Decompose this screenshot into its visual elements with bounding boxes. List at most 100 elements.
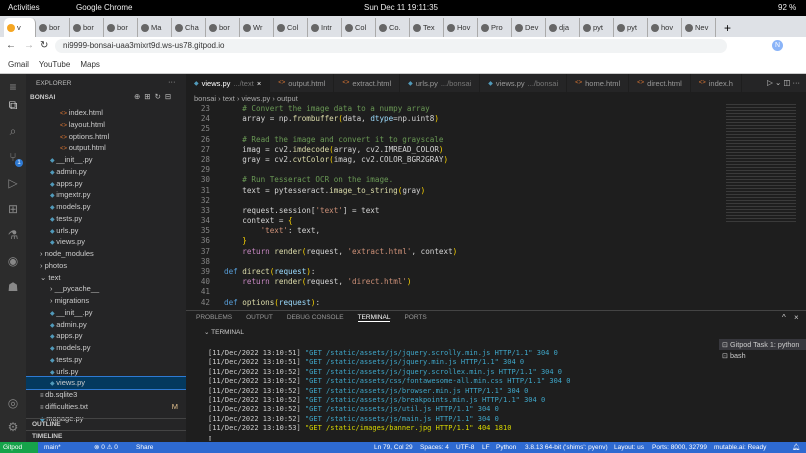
browser-tab[interactable]: hov: [648, 18, 682, 37]
github-icon[interactable]: ◉: [6, 254, 20, 268]
browser-tab[interactable]: Pro: [478, 18, 512, 37]
browser-tab[interactable]: bor: [70, 18, 104, 37]
file-tree-item[interactable]: ◆ apps.py: [26, 178, 186, 190]
file-tree-item[interactable]: › node_modules: [26, 248, 186, 260]
editor-tab[interactable]: <> direct.html: [629, 74, 691, 92]
file-tree-item[interactable]: › __pycache__: [26, 283, 186, 295]
maximize-panel-icon[interactable]: ^: [782, 313, 786, 322]
forward-icon[interactable]: →: [24, 40, 34, 51]
file-tree-item[interactable]: ◆ urls.py: [26, 366, 186, 378]
file-tree-item[interactable]: ◆ __init__.py: [26, 307, 186, 319]
terminal-instance[interactable]: ⊡ bash: [719, 350, 806, 361]
browser-tab[interactable]: Intr: [308, 18, 342, 37]
problems-status[interactable]: ⊗ 0 ⚠ 0: [94, 442, 118, 453]
browser-tab[interactable]: Nev: [682, 18, 716, 37]
menu-icon[interactable]: ≡: [6, 80, 20, 94]
browser-tab[interactable]: Tex: [410, 18, 444, 37]
back-icon[interactable]: ←: [6, 40, 16, 51]
panel-tab-debug-console[interactable]: DEBUG CONSOLE: [287, 314, 344, 322]
panel-tab-terminal[interactable]: TERMINAL: [357, 314, 391, 322]
notifications-icon[interactable]: 🔔︎: [792, 442, 800, 453]
share-status[interactable]: Share: [136, 442, 153, 453]
reload-icon[interactable]: ↻: [40, 40, 48, 51]
testing-icon[interactable]: ⚗: [6, 228, 20, 242]
file-tree-item[interactable]: ◆ admin.py: [26, 166, 186, 178]
terminal-section-header[interactable]: ⌄ TERMINAL: [204, 328, 244, 336]
editor-tab[interactable]: <> output.html: [270, 74, 335, 92]
gitpod-icon[interactable]: ☗: [6, 280, 20, 294]
clock[interactable]: Sun Dec 11 19:11:35: [364, 3, 438, 12]
browser-tab[interactable]: pyt: [580, 18, 614, 37]
close-tab-icon[interactable]: ×: [257, 79, 261, 88]
battery[interactable]: 92 %: [778, 3, 796, 12]
gitpod-status[interactable]: Gitpod: [0, 442, 38, 453]
panel-tab-problems[interactable]: PROBLEMS: [196, 314, 232, 322]
file-tree-item[interactable]: <> index.html: [26, 107, 186, 119]
terminal-output[interactable]: [11/Dec/2022 13:10:51] "GET /static/asse…: [208, 349, 570, 443]
search-icon[interactable]: ⌕: [6, 124, 20, 138]
file-tree-item[interactable]: ◆ views.py: [26, 376, 186, 390]
eol[interactable]: LF: [482, 442, 490, 453]
settings-gear-icon[interactable]: ⚙: [6, 420, 20, 434]
timeline-section[interactable]: TIMELINE: [26, 430, 186, 442]
profile-avatar[interactable]: N: [772, 40, 783, 51]
outline-section[interactable]: OUTLINE: [26, 418, 186, 430]
encoding[interactable]: UTF-8: [456, 442, 474, 453]
browser-tab[interactable]: Col: [274, 18, 308, 37]
cursor-position[interactable]: Ln 79, Col 29: [374, 442, 413, 453]
file-tree-item[interactable]: ◆ views.py: [26, 236, 186, 248]
more-actions-icon[interactable]: ···: [168, 77, 176, 86]
branch-status[interactable]: main*: [44, 442, 61, 453]
new-tab-button[interactable]: +: [716, 21, 739, 37]
run-debug-icon[interactable]: ▷: [6, 176, 20, 190]
editor-actions[interactable]: ▷ ⌄ ◫ ···: [761, 74, 806, 92]
file-tree-item[interactable]: ◆ apps.py: [26, 330, 186, 342]
workspace-root[interactable]: BONSAI: [30, 94, 55, 101]
extensions-icon[interactable]: ⊞: [6, 202, 20, 216]
browser-tab[interactable]: Co.: [376, 18, 410, 37]
explorer-actions-icon[interactable]: ⊕⊞↻⊟: [134, 92, 175, 101]
url-input[interactable]: ni9999-bonsai-uaa3mixrt9d.ws-us78.gitpod…: [55, 39, 727, 53]
terminal-instance[interactable]: ⊡ Gitpod Task 1: python: [719, 339, 806, 350]
indentation[interactable]: Spaces: 4: [420, 442, 449, 453]
browser-tab[interactable]: Cha: [172, 18, 206, 37]
browser-tab[interactable]: v: [4, 18, 36, 37]
keyboard-layout[interactable]: Layout: us: [614, 442, 644, 453]
browser-tab[interactable]: bor: [36, 18, 70, 37]
accounts-icon[interactable]: ◎: [6, 396, 20, 410]
editor-tab[interactable]: <> index.h: [691, 74, 742, 92]
file-tree-item[interactable]: ◆ imgextr.py: [26, 189, 186, 201]
browser-tab[interactable]: Dev: [512, 18, 546, 37]
close-panel-icon[interactable]: ×: [794, 313, 799, 322]
code-editor[interactable]: 23 # Convert the image data to a numpy a…: [186, 104, 457, 308]
browser-tab[interactable]: dja: [546, 18, 580, 37]
file-tree-item[interactable]: ◆ models.py: [26, 342, 186, 354]
browser-tab[interactable]: bor: [206, 18, 240, 37]
browser-tab[interactable]: Wr: [240, 18, 274, 37]
file-tree-item[interactable]: ◆ tests.py: [26, 354, 186, 366]
file-tree-item[interactable]: › photos: [26, 260, 186, 272]
editor-tab[interactable]: ◆ views.py .../bonsai: [480, 74, 568, 92]
file-tree-item[interactable]: ⌄ text: [26, 272, 186, 284]
bookmark-youtube[interactable]: YouTube: [39, 60, 70, 69]
panel-tab-output[interactable]: OUTPUT: [246, 314, 273, 322]
ports-status[interactable]: Ports: 8000, 32799: [652, 442, 707, 453]
file-tree-item[interactable]: <> layout.html: [26, 119, 186, 131]
bookmark-maps[interactable]: Maps: [80, 60, 100, 69]
file-tree-item[interactable]: ◆ tests.py: [26, 213, 186, 225]
browser-tab[interactable]: Ma: [138, 18, 172, 37]
editor-tab[interactable]: <> extract.html: [334, 74, 401, 92]
file-tree-item[interactable]: ≡ difficulties.txt M: [26, 401, 186, 413]
editor-tab[interactable]: <> home.html: [567, 74, 630, 92]
file-tree-item[interactable]: ≡ db.sqlite3: [26, 389, 186, 401]
explorer-icon[interactable]: ⧉: [6, 98, 20, 112]
browser-tab[interactable]: bor: [104, 18, 138, 37]
mutable-ai-status[interactable]: mutable.ai: Ready: [714, 442, 766, 453]
breadcrumb[interactable]: bonsai › text › views.py › output: [194, 94, 298, 103]
browser-tab[interactable]: pyt: [614, 18, 648, 37]
file-tree-item[interactable]: ◆ models.py: [26, 201, 186, 213]
file-tree-item[interactable]: <> output.html: [26, 142, 186, 154]
python-interpreter[interactable]: 3.8.13 64-bit ('shims': pyenv): [525, 442, 608, 453]
panel-tab-ports[interactable]: PORTS: [404, 314, 426, 322]
file-tree-item[interactable]: ◆ admin.py: [26, 319, 186, 331]
